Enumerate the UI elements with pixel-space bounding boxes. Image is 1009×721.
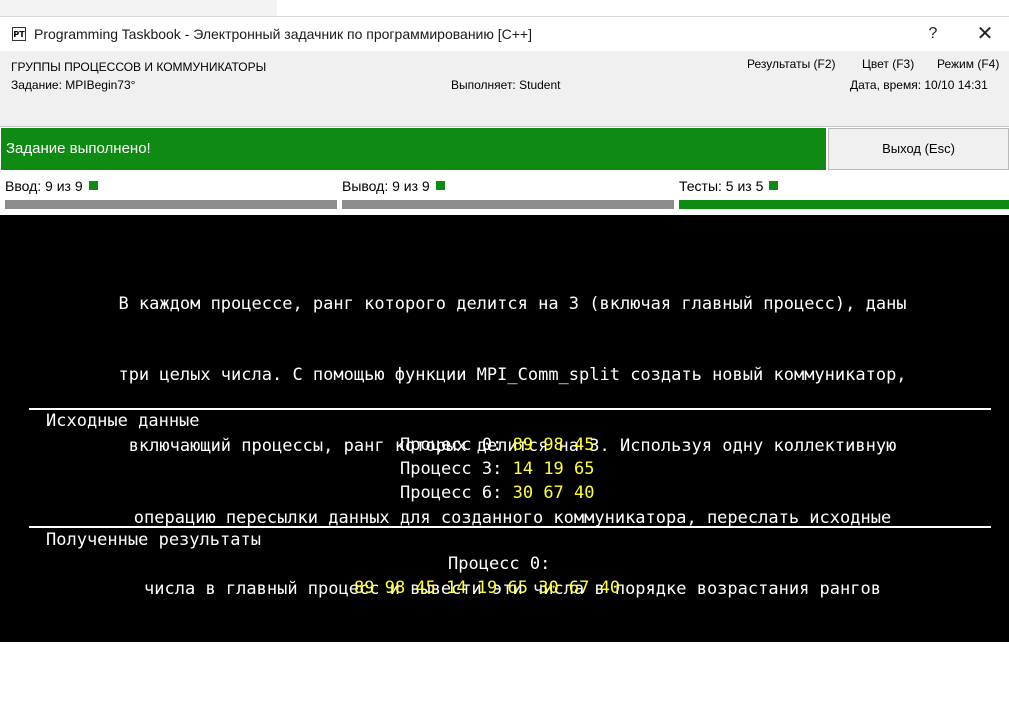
result-label: Процесс 0: [448,554,551,574]
title-bar[interactable]: PT Programming Taskbook - Электронный за… [0,17,1009,51]
description-line: переславших их процессов (включая числа,… [133,650,892,671]
input-row-label: Процесс 0: [400,435,503,455]
task-group: ГРУППЫ ПРОЦЕССОВ И КОММУНИКАТОРЫ [11,60,267,74]
status-message: Задание выполнено! [1,128,826,170]
output-status-indicator [435,181,445,190]
section-divider [29,408,991,410]
app-icon: PT [12,27,26,41]
input-row-label: Процесс 6: [400,483,503,503]
exit-button[interactable]: Выход (Esc) [828,128,1009,170]
input-row: Процесс 6: 30 67 40 [400,483,595,503]
description-line: В каждом процессе, ранг которого делится… [118,293,907,314]
mode-menu-link[interactable]: Режим (F4) [937,57,999,71]
output-progress: Вывод: 9 из 9 [337,177,674,210]
tests-progress-bar [679,200,1009,209]
input-progress: Ввод: 9 из 9 [0,177,337,210]
result-values: 89 98 45 14 19 65 30 67 40 [354,578,621,598]
tests-progress: Тесты: 5 из 5 [674,177,1009,210]
task-name: Задание: MPIBegin73° [11,78,136,92]
task-console: В каждом процессе, ранг которого делится… [0,215,1009,671]
input-progress-bar [5,200,337,209]
tests-progress-label: Тесты: 5 из 5 [679,178,779,194]
section-divider [29,526,991,528]
input-row-values: 89 98 45 [512,435,595,455]
input-row-label: Процесс 3: [400,459,503,479]
tests-status-indicator [769,181,779,190]
taskbook-window: PT Programming Taskbook - Электронный за… [0,16,1009,671]
input-row-values: 14 19 65 [512,459,595,479]
output-progress-label: Вывод: 9 из 9 [342,178,445,194]
tests-progress-text: Тесты: 5 из 5 [679,178,764,194]
output-progress-text: Вывод: 9 из 9 [342,178,430,194]
result-section-title: Полученные результаты [46,530,261,550]
input-row-values: 30 67 40 [512,483,595,503]
description-line: три целых числа. С помощью функции MPI_C… [118,364,907,385]
color-menu-link[interactable]: Цвет (F3) [862,57,914,71]
help-button[interactable]: ? [910,17,956,51]
close-button[interactable]: ✕ [962,17,1008,51]
task-header: ГРУППЫ ПРОЦЕССОВ И КОММУНИКАТОРЫ Задание… [0,51,1009,127]
input-section-title: Исходные данные [46,411,200,431]
results-menu-link[interactable]: Результаты (F2) [747,57,836,71]
tests-progress-fill [679,200,1009,209]
input-progress-text: Ввод: 9 из 9 [5,178,83,194]
input-progress-label: Ввод: 9 из 9 [5,178,98,194]
input-row: Процесс 0: 89 98 45 [400,435,595,455]
date-time: Дата, время: 10/10 14:31 [850,78,988,92]
task-author: Выполняет: Student [451,78,561,92]
input-status-indicator [88,181,98,190]
window-title: Programming Taskbook - Электронный задач… [34,26,532,42]
input-row: Процесс 3: 14 19 65 [400,459,595,479]
output-progress-bar [342,200,674,209]
